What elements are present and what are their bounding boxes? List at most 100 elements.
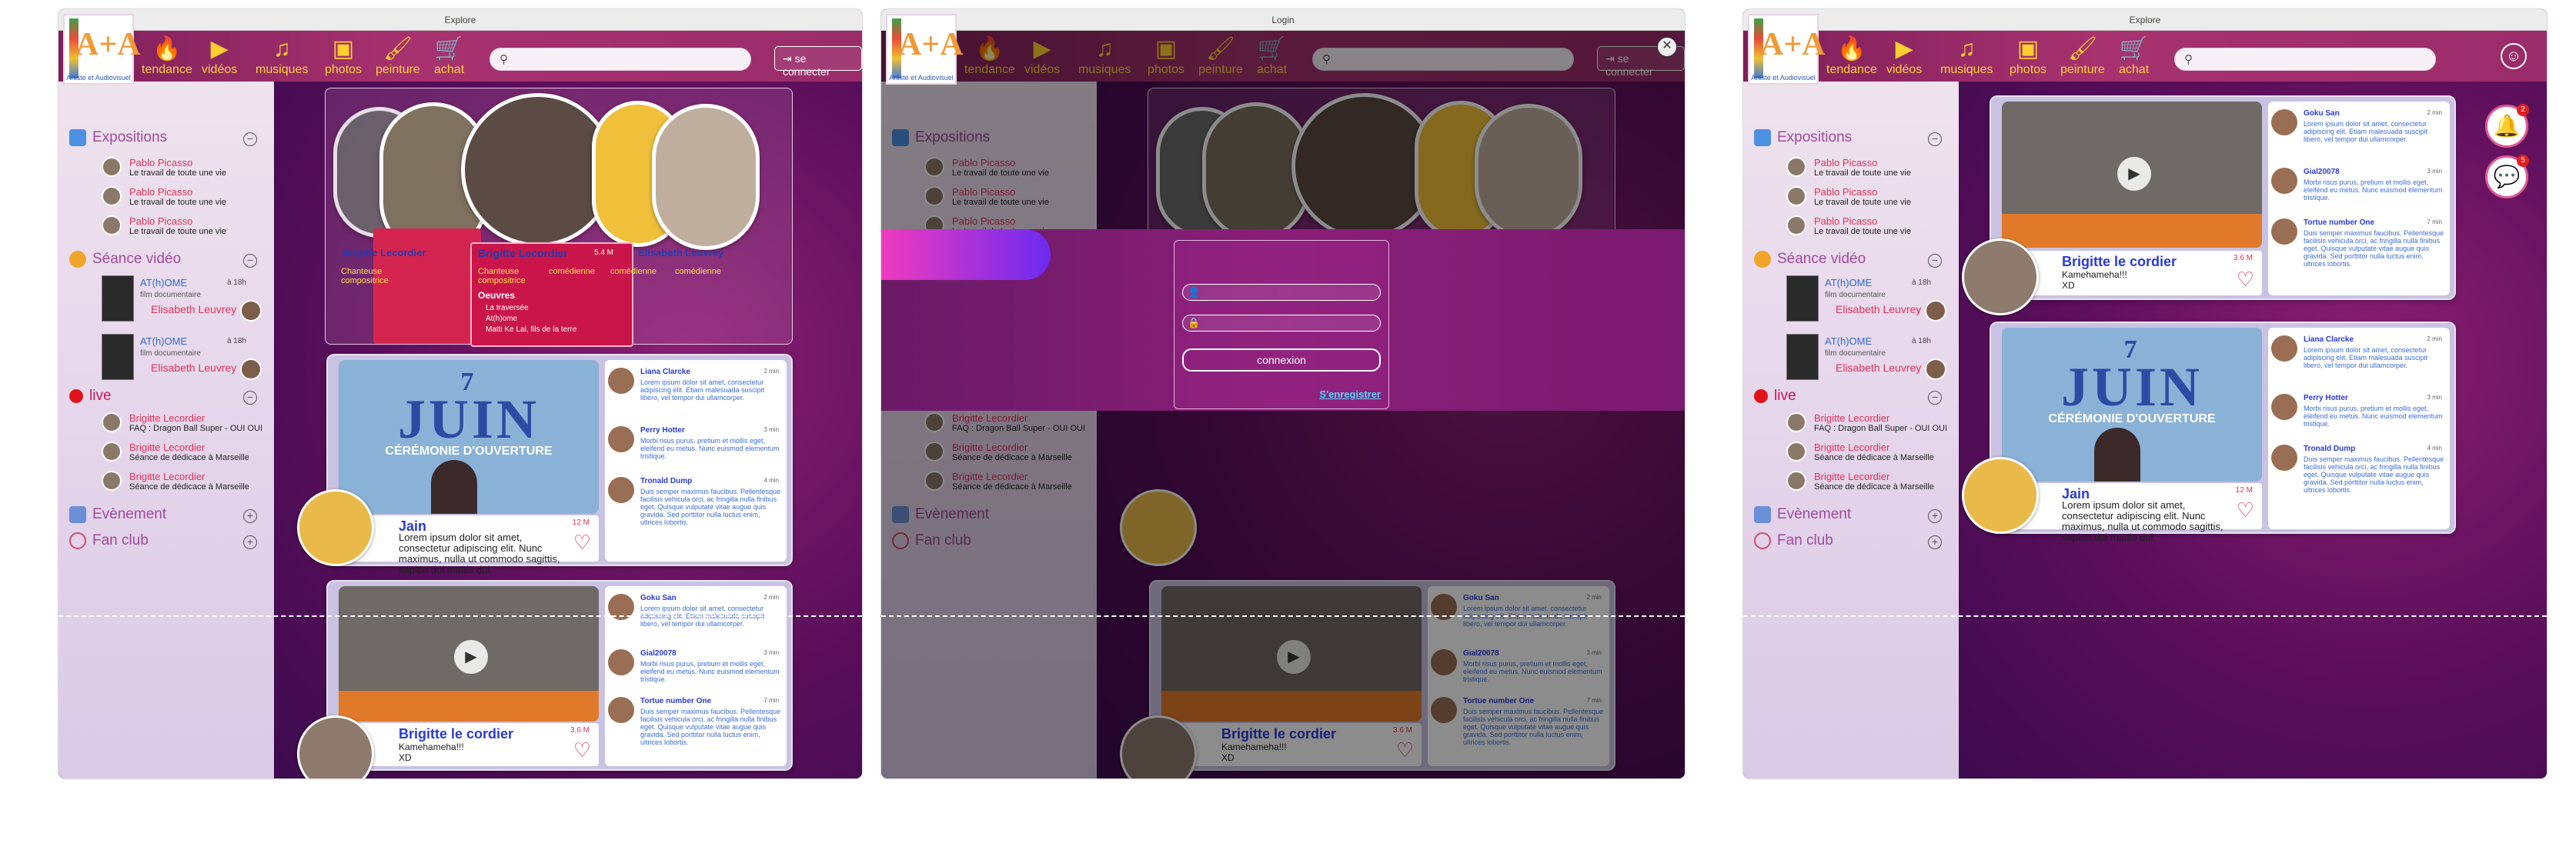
like-count: 3.6 M (570, 726, 590, 735)
logo[interactable]: A+A Artiste et Audiovisuel (1748, 14, 1826, 85)
heart-icon[interactable]: ♡ (2237, 269, 2254, 289)
video-thumbnail[interactable] (102, 334, 134, 380)
section-expositions[interactable]: Expositions (1754, 129, 1852, 146)
video-user[interactable]: Elisabeth Leuvrey (1836, 362, 1921, 374)
video-user[interactable]: Elisabeth Leuvrey (151, 303, 236, 315)
video-user[interactable]: Elisabeth Leuvrey (1836, 303, 1921, 315)
avatar (608, 477, 634, 503)
nav-videos[interactable]: ▶ vidéos (1886, 35, 1922, 77)
collapse-icon[interactable]: − (1928, 132, 1942, 146)
comment-author[interactable]: Liana Clarcke (2304, 335, 2354, 344)
chat-button[interactable]: 💬 5 (2485, 155, 2529, 198)
nav-musiques[interactable]: ♫ musiques (1940, 35, 1993, 77)
section-seance[interactable]: Séance vidéo (69, 251, 181, 268)
artist-card[interactable] (373, 228, 481, 344)
comment-author[interactable]: Gial20078 (2304, 168, 2340, 176)
heart-icon[interactable]: ♡ (573, 532, 591, 552)
section-fanclub[interactable]: Fan club (69, 532, 149, 549)
post-title[interactable]: Brigitte le cordier (399, 726, 513, 742)
heart-icon[interactable]: ♡ (2237, 500, 2254, 520)
comment-author[interactable]: Goku San (2304, 109, 2340, 118)
nav-peinture[interactable]: 🖌 peinture (2060, 35, 2105, 77)
nav-tendance[interactable]: 🔥 tendance (142, 35, 192, 77)
logo-caption: Artiste et Audiovisuel (889, 74, 954, 82)
logo-mark: A+A (1760, 27, 1826, 62)
collapse-icon[interactable]: − (1928, 254, 1942, 268)
chat-badge: 5 (2517, 155, 2529, 167)
password-field[interactable]: 🔒 (1182, 315, 1381, 332)
nav-achat[interactable]: 🛒 achat (2119, 35, 2149, 77)
post-title[interactable]: Brigitte le cordier (2062, 254, 2177, 270)
author-avatar[interactable] (297, 489, 374, 566)
section-expositions[interactable]: Expositions (69, 129, 167, 146)
calendar-icon (69, 506, 86, 523)
artist-photo[interactable] (652, 104, 760, 250)
post-sub: XD (2062, 280, 2075, 291)
comment-author[interactable]: Perry Hotter (640, 426, 685, 435)
section-evenement[interactable]: Evènement (69, 506, 166, 523)
nav-photos[interactable]: ▣ photos (325, 35, 362, 77)
connect-button[interactable]: ⇥ se connecter (774, 46, 862, 78)
comment-text: Morbi risus purus, pretium et mollis ege… (640, 437, 780, 460)
post-media[interactable]: ▶ (339, 586, 599, 722)
search-input[interactable]: ⚲ (489, 48, 751, 71)
oeuvre-item[interactable]: La traversée (486, 304, 529, 312)
close-icon[interactable]: ✕ (1657, 37, 1677, 57)
video-thumbnail[interactable] (102, 275, 134, 322)
photo-icon: ▣ (2016, 36, 2040, 62)
section-live[interactable]: live (1754, 388, 1796, 405)
featured-artist-card[interactable]: Brigitte Lecordier 5.4 M Chanteuse compo… (470, 242, 633, 347)
post-media[interactable]: 7 JUIN CÉRÉMONIE D'OUVERTURE (2002, 328, 2262, 482)
comment-author[interactable]: Perry Hotter (2304, 394, 2348, 402)
collapse-icon[interactable]: − (1928, 391, 1942, 405)
expand-icon[interactable]: + (1928, 535, 1942, 549)
nav-musiques[interactable]: ♫ musiques (256, 35, 308, 77)
oeuvres-title: Oeuvres (478, 290, 516, 301)
comment-author[interactable]: Tortue number One (2304, 218, 2374, 227)
comment-author[interactable]: Tronald Dump (640, 477, 692, 485)
register-link[interactable]: S'enregistrer (1319, 388, 1381, 400)
expand-icon[interactable]: + (243, 535, 257, 549)
video-time: à 18h (226, 337, 246, 345)
video-thumbnail[interactable] (1786, 275, 1819, 322)
comment-author[interactable]: Goku San (640, 594, 677, 602)
search-input[interactable]: ⚲ (2174, 48, 2436, 71)
expand-icon[interactable]: + (243, 509, 257, 523)
notification-button[interactable]: 🔔 2 (2485, 104, 2529, 148)
section-seance[interactable]: Séance vidéo (1754, 251, 1866, 268)
section-fanclub[interactable]: Fan club (1754, 532, 1833, 549)
section-live[interactable]: live (69, 388, 112, 405)
post-media[interactable]: ▶ (2002, 102, 2262, 248)
play-icon[interactable]: ▶ (454, 640, 488, 674)
nav-achat[interactable]: 🛒 achat (434, 35, 464, 77)
post-media[interactable]: 7 JUIN CÉRÉMONIE D'OUVERTURE (339, 360, 599, 514)
expand-icon[interactable]: + (1928, 509, 1942, 523)
section-evenement[interactable]: Evènement (1754, 506, 1851, 523)
nav-videos[interactable]: ▶ vidéos (202, 35, 237, 77)
login-button[interactable]: connexion (1182, 348, 1381, 372)
comment-author[interactable]: Liana Clarcke (640, 368, 690, 376)
video-user[interactable]: Elisabeth Leuvrey (151, 362, 236, 374)
comment-author[interactable]: Tortue number One (640, 697, 711, 705)
logo[interactable]: A+A Artiste et Audiovisuel (63, 14, 141, 85)
nav-tendance[interactable]: 🔥 tendance (1826, 35, 1877, 77)
user-profile-icon[interactable]: ☺ (2501, 43, 2527, 69)
item-sub: Séance de dédicace à Marseille (129, 482, 249, 492)
username-field[interactable]: 👤 (1182, 284, 1381, 301)
collapse-icon[interactable]: − (243, 391, 257, 405)
comment-author[interactable]: Tronald Dump (2304, 445, 2355, 453)
collapse-icon[interactable]: − (243, 254, 257, 268)
author-avatar[interactable] (1962, 238, 2039, 315)
nav-photos[interactable]: ▣ photos (2010, 35, 2046, 77)
oeuvre-item[interactable]: Matti Ke Lal, fils de la terre (486, 325, 576, 334)
comment-author[interactable]: Gial20078 (640, 649, 677, 658)
nav-peinture[interactable]: 🖌 peinture (376, 35, 420, 77)
collapse-icon[interactable]: − (243, 132, 257, 146)
logo[interactable]: A+A Artiste et Audiovisuel (886, 14, 964, 85)
heart-icon[interactable]: ♡ (573, 740, 591, 760)
author-avatar[interactable] (1962, 457, 2039, 534)
event-caption: CÉRÉMONIE D'OUVERTURE (2048, 412, 2216, 425)
oeuvre-item[interactable]: At(h)ome (486, 315, 517, 323)
video-thumbnail[interactable] (1786, 334, 1819, 380)
play-icon[interactable]: ▶ (2117, 157, 2151, 191)
